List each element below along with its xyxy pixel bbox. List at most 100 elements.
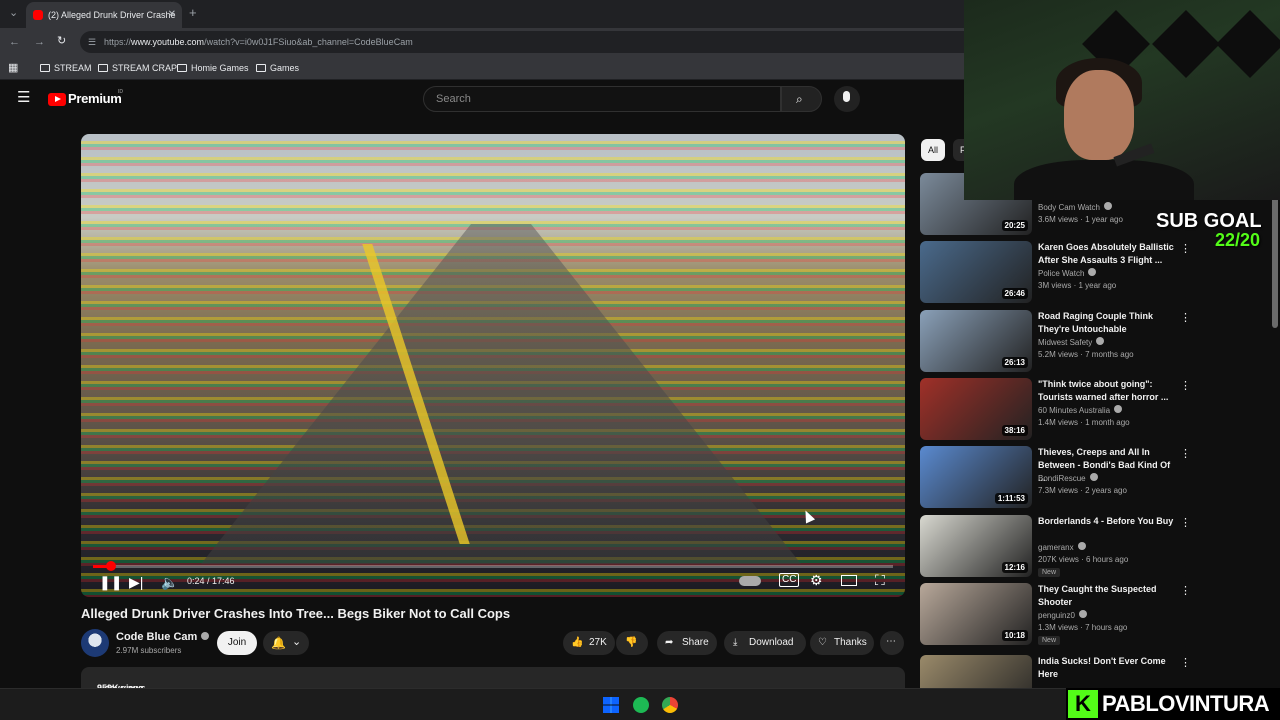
more-actions-button[interactable]: ⋯	[880, 631, 904, 655]
chrome-icon[interactable]	[662, 697, 678, 713]
duration-badge: 20:25	[1001, 220, 1028, 231]
verified-icon	[1114, 405, 1123, 413]
new-tab-icon[interactable]: +	[189, 6, 197, 20]
bookmark-games[interactable]: Games	[256, 62, 299, 74]
forward-arrow-icon[interactable]: →	[34, 35, 45, 49]
windows-start-icon[interactable]	[603, 697, 619, 713]
youtube-logo-icon[interactable]	[48, 93, 66, 106]
recommendation-thumbnail[interactable]: 38:16	[920, 378, 1032, 440]
volume-icon[interactable]: 🔈	[161, 574, 178, 590]
chip-all[interactable]: All	[921, 139, 946, 161]
recommendation-channel[interactable]: 60 Minutes Australia	[1038, 405, 1123, 415]
more-vertical-icon[interactable]: ⋮	[1180, 586, 1191, 597]
share-arrow-icon: ➦	[665, 637, 674, 648]
verified-icon	[1089, 473, 1098, 481]
recommendation-thumbnail[interactable]: 1:11:53	[920, 446, 1032, 508]
video-player[interactable]: ❚❚ ▶| 🔈 0:24 / 17:46 CC ⚙ ⛶	[81, 134, 905, 597]
next-video-icon[interactable]: ▶|	[129, 574, 143, 590]
join-button[interactable]: Join	[217, 631, 257, 655]
recommendation-item[interactable]: 26:13 Road Raging Couple Think They're Un…	[920, 310, 1200, 372]
channel-name[interactable]: Code Blue Cam	[116, 631, 210, 643]
recommendation-title[interactable]: They Caught the Suspected Shooter	[1038, 583, 1178, 609]
menu-hamburger-icon[interactable]: ☰	[17, 90, 30, 105]
back-arrow-icon[interactable]: ←	[9, 35, 20, 49]
progress-bar[interactable]	[93, 561, 893, 571]
settings-gear-icon[interactable]: ⚙	[810, 572, 823, 588]
recommendation-thumbnail[interactable]: 10:18	[920, 583, 1032, 645]
fullscreen-icon[interactable]: ⛶	[875, 572, 885, 588]
more-vertical-icon[interactable]: ⋮	[1180, 658, 1191, 669]
share-button[interactable]: ➦ Share	[657, 631, 717, 655]
bell-icon: 🔔	[271, 636, 286, 650]
recommendation-thumbnail[interactable]	[920, 655, 1032, 688]
tab-title: (2) Alleged Drunk Driver Crashe	[48, 10, 176, 20]
reload-icon[interactable]: ↻	[57, 34, 66, 48]
recommendation-item[interactable]: India Sucks! Don't Ever Come Here ⋮	[920, 655, 1200, 688]
recommendation-title[interactable]: India Sucks! Don't Ever Come Here	[1038, 655, 1178, 681]
folder-icon	[256, 64, 266, 72]
recommendation-item[interactable]: 1:11:53 Thieves, Creeps and All In Betwee…	[920, 446, 1200, 508]
channel-avatar[interactable]	[81, 629, 109, 657]
bookmark-homie-games[interactable]: Homie Games	[177, 62, 249, 74]
recommendation-channel[interactable]: Midwest Safety	[1038, 337, 1105, 347]
verified-icon	[1088, 268, 1097, 276]
more-vertical-icon[interactable]: ⋮	[1180, 381, 1191, 392]
download-button[interactable]: ⤓ Download	[724, 631, 806, 655]
more-vertical-icon[interactable]: ⋮	[1180, 244, 1191, 255]
dislike-button[interactable]: 👎	[616, 631, 648, 655]
recommendation-item[interactable]: 10:18 They Caught the Suspected Shooter ⋮ p…	[920, 583, 1200, 645]
folder-icon	[98, 64, 108, 72]
search-input[interactable]: Search	[423, 86, 781, 112]
apps-grid-icon[interactable]: ▦	[8, 61, 18, 75]
tab-list-chevron-icon[interactable]: ⌄	[9, 6, 18, 20]
recommendation-channel[interactable]: Police Watch	[1038, 268, 1097, 278]
verified-icon	[1096, 337, 1105, 345]
recommendation-title[interactable]: Borderlands 4 - Before You Buy	[1038, 515, 1178, 528]
recommendation-item[interactable]: 12:16 Borderlands 4 - Before You Buy ⋮ game…	[920, 515, 1200, 577]
video-title: Alleged Drunk Driver Crashes Into Tree..…	[81, 606, 511, 621]
mouse-cursor	[800, 508, 816, 524]
autoplay-toggle[interactable]	[739, 576, 761, 586]
recommendation-title[interactable]: "Think twice about going": Tourists warn…	[1038, 378, 1178, 404]
like-button[interactable]: 👍 27K	[563, 631, 615, 655]
recommendation-item[interactable]: 38:16 "Think twice about going": Tourists…	[920, 378, 1200, 440]
more-horizontal-icon: ⋯	[886, 636, 896, 647]
recommendation-title[interactable]: Road Raging Couple Think They're Untouch…	[1038, 310, 1178, 336]
recommendation-channel[interactable]: gameranx	[1038, 542, 1086, 552]
theater-mode-icon[interactable]	[841, 575, 857, 586]
scrubber-handle[interactable]	[106, 561, 116, 571]
tab-close-icon[interactable]: ✕	[168, 2, 176, 28]
duration-badge: 10:18	[1001, 630, 1028, 641]
search-button[interactable]: ⌕	[781, 86, 822, 112]
bookmark-stream[interactable]: STREAM	[40, 62, 92, 74]
recommendation-meta: 7.3M views · 2 years ago	[1038, 486, 1127, 495]
pause-icon[interactable]: ❚❚	[99, 574, 122, 590]
recommendation-thumbnail[interactable]: 26:46	[920, 241, 1032, 303]
sub-goal-count: 22/20	[1215, 230, 1261, 250]
recommendation-channel[interactable]: BondiRescue	[1038, 473, 1098, 483]
recommendation-channel[interactable]: penguinz0	[1038, 610, 1087, 620]
more-vertical-icon[interactable]: ⋮	[1180, 449, 1191, 460]
url-path: /watch?v=i0w0J1FSiuo&ab_channel=CodeBlue…	[204, 37, 413, 47]
recommendation-channel[interactable]: Body Cam Watch	[1038, 202, 1112, 212]
notification-bell-button[interactable]: 🔔 ⌄	[263, 631, 309, 655]
site-info-icon[interactable]: ☰	[88, 31, 96, 53]
recommendation-meta: 1.4M views · 1 month ago	[1038, 418, 1130, 427]
streamer-name: PABLOVINTURA	[1102, 691, 1270, 716]
spotify-icon[interactable]	[633, 697, 649, 713]
recommendation-item[interactable]: 26:46 Karen Goes Absolutely Ballistic Aft…	[920, 241, 1200, 303]
streamer-shirt	[1014, 160, 1194, 200]
verified-icon	[201, 632, 210, 640]
thanks-button[interactable]: ♡ Thanks	[810, 631, 874, 655]
duration-badge: 38:16	[1001, 425, 1028, 436]
browser-tab-active[interactable]: (2) Alleged Drunk Driver Crashe ✕	[26, 2, 182, 28]
youtube-logo-text[interactable]: Premium	[68, 91, 122, 106]
recommendation-thumbnail[interactable]: 12:16	[920, 515, 1032, 577]
more-vertical-icon[interactable]: ⋮	[1180, 313, 1191, 324]
voice-search-button[interactable]	[834, 86, 860, 112]
recommendation-thumbnail[interactable]: 26:13	[920, 310, 1032, 372]
recommendation-title[interactable]: Karen Goes Absolutely Ballistic After Sh…	[1038, 241, 1178, 267]
more-vertical-icon[interactable]: ⋮	[1180, 518, 1191, 529]
captions-icon[interactable]: CC	[779, 573, 800, 587]
bookmark-stream-crap[interactable]: STREAM CRAP	[98, 62, 177, 74]
